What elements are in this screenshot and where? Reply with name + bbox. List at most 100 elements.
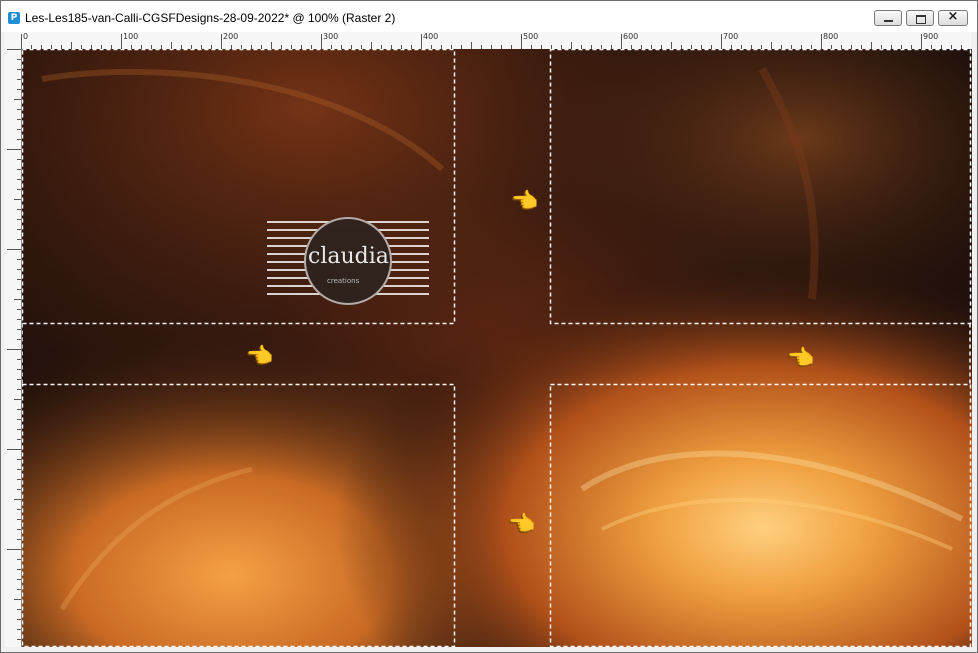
ruler-label: 0 <box>23 32 29 41</box>
ruler-tick <box>221 34 222 49</box>
ruler-tick <box>17 579 21 580</box>
ruler-tick <box>721 34 722 49</box>
ruler-tick <box>17 89 21 90</box>
ruler-tick <box>17 589 21 590</box>
ruler-label: 400 <box>423 32 439 41</box>
ruler-tick <box>17 219 21 220</box>
ruler-tick <box>17 609 21 610</box>
ruler-tick <box>7 249 21 250</box>
ruler-tick <box>471 42 472 49</box>
ruler-tick <box>71 42 72 49</box>
watermark-text: claudia <box>308 244 389 269</box>
ruler-tick <box>521 34 522 49</box>
close-icon: × <box>947 9 959 24</box>
ruler-tick <box>7 349 21 350</box>
ruler-tick <box>821 34 822 49</box>
ruler-tick <box>14 99 21 100</box>
ruler-tick <box>621 34 622 49</box>
ruler-label: 900 <box>923 32 939 41</box>
ruler-tick <box>17 509 21 510</box>
ruler-tick <box>17 539 21 540</box>
app-icon: P <box>8 12 20 24</box>
ruler-tick <box>17 559 21 560</box>
ruler-label: 800 <box>823 32 839 41</box>
ruler-tick <box>17 409 21 410</box>
minimize-icon <box>884 20 893 22</box>
ruler-label: 300 <box>323 32 339 41</box>
ruler-label: 600 <box>623 32 639 41</box>
ruler-tick <box>17 289 21 290</box>
ruler-tick <box>17 639 21 640</box>
ruler-tick <box>17 339 21 340</box>
ruler-tick <box>17 469 21 470</box>
ruler-label: 700 <box>723 32 739 41</box>
ruler-tick <box>671 42 672 49</box>
minimize-button[interactable] <box>874 10 902 26</box>
ruler-tick <box>17 479 21 480</box>
ruler-tick <box>421 34 422 49</box>
ruler-label: 100 <box>123 32 139 41</box>
ruler-tick <box>17 319 21 320</box>
title-bar[interactable]: P Les-Les185-van-Calli-CGSFDesigns-28-09… <box>1 1 977 32</box>
ruler-tick <box>871 42 872 49</box>
ruler-tick <box>14 399 21 400</box>
maximize-icon <box>916 15 926 24</box>
ruler-tick <box>17 259 21 260</box>
ruler-tick <box>17 629 21 630</box>
ruler-tick <box>921 34 922 49</box>
ruler-label: 200 <box>223 32 239 41</box>
ruler-tick <box>17 169 21 170</box>
ruler-tick <box>17 69 21 70</box>
ruler-tick <box>17 179 21 180</box>
ruler-tick <box>171 42 172 49</box>
ruler-tick <box>7 149 21 150</box>
ruler-tick <box>17 359 21 360</box>
ruler-tick <box>14 299 21 300</box>
ruler-tick <box>17 109 21 110</box>
ruler-tick <box>17 159 21 160</box>
ruler-tick <box>371 42 372 49</box>
image-canvas[interactable]: claudia creations 👉 👉 👉 👉 <box>22 49 972 647</box>
ruler-tick <box>17 79 21 80</box>
ruler-tick <box>17 439 21 440</box>
window-title: Les-Les185-van-Calli-CGSFDesigns-28-09-2… <box>25 11 396 25</box>
ruler-tick <box>17 119 21 120</box>
ruler-tick <box>17 229 21 230</box>
ruler-tick <box>17 309 21 310</box>
ruler-tick <box>17 59 21 60</box>
ruler-tick <box>17 269 21 270</box>
horizontal-ruler[interactable]: 0 100 200 300 400 500 600 700 800 900 <box>21 32 971 50</box>
ruler-tick <box>321 34 322 49</box>
pointing-hand-icon: 👉 <box>509 511 537 536</box>
ruler-tick <box>17 429 21 430</box>
ruler-tick <box>17 209 21 210</box>
ruler-tick <box>7 449 21 450</box>
close-button[interactable]: × <box>938 9 968 26</box>
vertical-ruler[interactable] <box>5 49 22 647</box>
ruler-tick <box>17 379 21 380</box>
ruler-tick <box>17 129 21 130</box>
maximize-button[interactable] <box>906 10 934 26</box>
ruler-tick <box>121 34 122 49</box>
watermark-subtext: creations <box>327 277 360 285</box>
pointing-hand-icon: 👉 <box>512 188 540 213</box>
pointing-hand-icon: 👉 <box>788 345 816 370</box>
pointing-hand-icon: 👉 <box>247 343 275 368</box>
ruler-tick <box>271 42 272 49</box>
ruler-tick <box>7 49 21 50</box>
ruler-tick <box>14 599 21 600</box>
ruler-tick <box>14 199 21 200</box>
image-window: P Les-Les185-van-Calli-CGSFDesigns-28-09… <box>0 0 978 653</box>
ruler-tick <box>17 279 21 280</box>
ruler-tick <box>7 549 21 550</box>
ruler-tick <box>17 389 21 390</box>
ruler-tick <box>17 239 21 240</box>
ruler-tick <box>17 459 21 460</box>
ruler-tick <box>17 489 21 490</box>
ruler-tick <box>17 419 21 420</box>
ruler-tick <box>14 499 21 500</box>
ruler-tick <box>571 42 572 49</box>
canvas-artwork <box>22 49 972 647</box>
ruler-label: 500 <box>523 32 539 41</box>
ruler-tick <box>17 139 21 140</box>
